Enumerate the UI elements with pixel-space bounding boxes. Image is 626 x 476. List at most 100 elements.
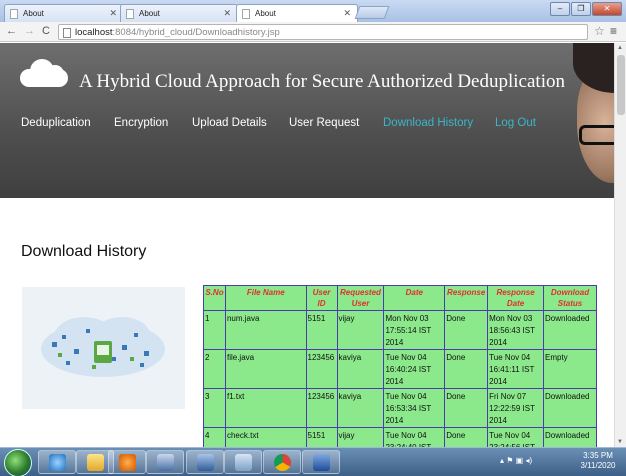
download-history-table: S.No File Name User ID Requested User Da… [203, 285, 597, 447]
tab-strip: About ✕ About ✕ About ✕ – ❐ ✕ [0, 0, 626, 23]
nav-upload-details[interactable]: Upload Details [192, 117, 267, 129]
column-header: Response Date [487, 285, 544, 311]
start-button[interactable] [4, 449, 32, 476]
header-photo [555, 43, 614, 198]
taskbar-media-player[interactable] [108, 450, 146, 474]
site-header: A Hybrid Cloud Approach for Secure Autho… [0, 43, 614, 198]
nav-download-history[interactable]: Download History [383, 117, 473, 129]
word-icon [313, 454, 330, 471]
cell: 5151 [305, 310, 338, 350]
forward-icon[interactable]: → [24, 25, 35, 37]
taskbar-internet-explorer[interactable] [38, 450, 76, 474]
nav-encryption[interactable]: Encryption [114, 117, 168, 129]
cell: check.txt [224, 427, 307, 447]
column-header: Date [383, 285, 446, 311]
column-header: File Name [224, 285, 307, 311]
table-row: 1 num.java 5151 vijay Mon Nov 03 17:55:1… [203, 310, 597, 350]
taskbar-netbeans[interactable] [186, 450, 224, 474]
app-icon [235, 454, 252, 471]
page-content: A Hybrid Cloud Approach for Secure Autho… [0, 43, 614, 447]
cell: Tue Nov 04 16:41:11 IST 2014 [487, 349, 544, 389]
taskbar-app[interactable] [224, 450, 262, 474]
clock-time: 3:35 PM [583, 451, 613, 460]
cell: 2 [203, 349, 226, 389]
cell: vijay [336, 310, 385, 350]
system-tray: ▴ ⚑ ▣ ◂) [500, 456, 532, 465]
scroll-down-icon[interactable]: ▼ [617, 439, 623, 445]
cell: Done [444, 427, 489, 447]
cell: Mon Nov 03 18:56:43 IST 2014 [487, 310, 544, 350]
browser-window: About ✕ About ✕ About ✕ – ❐ ✕ ← → C loca… [0, 0, 626, 476]
cell: f1.txt [224, 388, 307, 428]
page-icon [126, 9, 134, 19]
scrollbar-thumb[interactable] [617, 55, 625, 115]
cell: Tue Nov 04 23:24:56 IST [487, 427, 544, 447]
netbeans-icon [197, 454, 214, 471]
back-icon[interactable]: ← [6, 25, 17, 37]
reload-icon[interactable]: C [42, 25, 50, 37]
cell: 3 [203, 388, 226, 428]
tray-arrow-icon[interactable]: ▴ [500, 456, 504, 465]
table-row: 2 file.java 123456 kaviya Tue Nov 04 16:… [203, 349, 597, 389]
tab-about-2[interactable]: About ✕ [120, 4, 238, 22]
minimize-icon[interactable]: – [550, 2, 570, 16]
page-icon [10, 9, 18, 19]
tab-about-3[interactable]: About ✕ [236, 4, 358, 23]
column-header: S.No [203, 285, 226, 311]
cell: Mon Nov 03 17:55:14 IST 2014 [383, 310, 446, 350]
address-bar: ← → C localhost:8084/hybrid_cloud/Downlo… [0, 22, 626, 42]
menu-icon[interactable]: ≡ [610, 24, 617, 38]
chrome-icon [274, 454, 291, 471]
cell: Empty [543, 349, 597, 389]
nav-deduplication[interactable]: Deduplication [21, 117, 91, 129]
taskbar-virtualbox[interactable] [146, 450, 184, 474]
column-header: Requested User [336, 285, 385, 311]
cell: vijay [336, 427, 385, 447]
taskbar-word[interactable] [302, 450, 340, 474]
volume-icon[interactable]: ◂) [525, 456, 532, 465]
cell: Tue Nov 04 23:24:40 IST [383, 427, 446, 447]
cell: Downloaded [543, 427, 597, 447]
column-header: Download Status [543, 285, 597, 311]
nav-log-out[interactable]: Log Out [495, 117, 536, 129]
maximize-icon[interactable]: ❐ [571, 2, 591, 16]
cell: Done [444, 310, 489, 350]
cloud-logo-icon [20, 57, 68, 87]
window-controls: – ❐ ✕ [550, 2, 622, 16]
close-tab-icon[interactable]: ✕ [343, 8, 351, 19]
flag-icon[interactable]: ⚑ [506, 456, 513, 465]
cell: kaviya [336, 349, 385, 389]
folder-icon [87, 454, 104, 471]
scroll-up-icon[interactable]: ▲ [617, 45, 623, 51]
url-input[interactable]: localhost:8084/hybrid_cloud/Downloadhist… [58, 24, 588, 40]
vertical-scrollbar[interactable]: ▲ ▼ [614, 43, 626, 447]
page-title: Download History [21, 243, 147, 260]
cell: 1 [203, 310, 226, 350]
network-icon[interactable]: ▣ [516, 456, 524, 465]
close-tab-icon[interactable]: ✕ [109, 8, 117, 19]
ie-icon [49, 454, 66, 471]
cell: num.java [224, 310, 307, 350]
nav-user-request[interactable]: User Request [289, 117, 359, 129]
taskbar-chrome[interactable] [263, 450, 301, 474]
cell: 5151 [305, 427, 338, 447]
media-player-icon [119, 454, 136, 471]
cell: 123456 [305, 388, 338, 428]
tab-label: About [255, 9, 276, 18]
column-header: User ID [305, 285, 338, 311]
cell: Tue Nov 04 16:40:24 IST 2014 [383, 349, 446, 389]
cell: file.java [224, 349, 307, 389]
cell: Done [444, 349, 489, 389]
clock[interactable]: 3:35 PM 3/11/2020 [575, 451, 621, 471]
bookmark-star-icon[interactable]: ☆ [594, 24, 605, 38]
cube-icon [157, 454, 174, 471]
cell: 4 [203, 427, 226, 447]
page-icon [63, 28, 71, 38]
tab-about-1[interactable]: About ✕ [4, 4, 124, 22]
tab-label: About [23, 9, 44, 18]
new-tab-button[interactable] [354, 6, 390, 19]
url-host: localhost [75, 27, 113, 38]
url-path: :8084/hybrid_cloud/Downloadhistory.jsp [112, 27, 280, 38]
close-window-icon[interactable]: ✕ [592, 2, 622, 16]
close-tab-icon[interactable]: ✕ [223, 8, 231, 19]
